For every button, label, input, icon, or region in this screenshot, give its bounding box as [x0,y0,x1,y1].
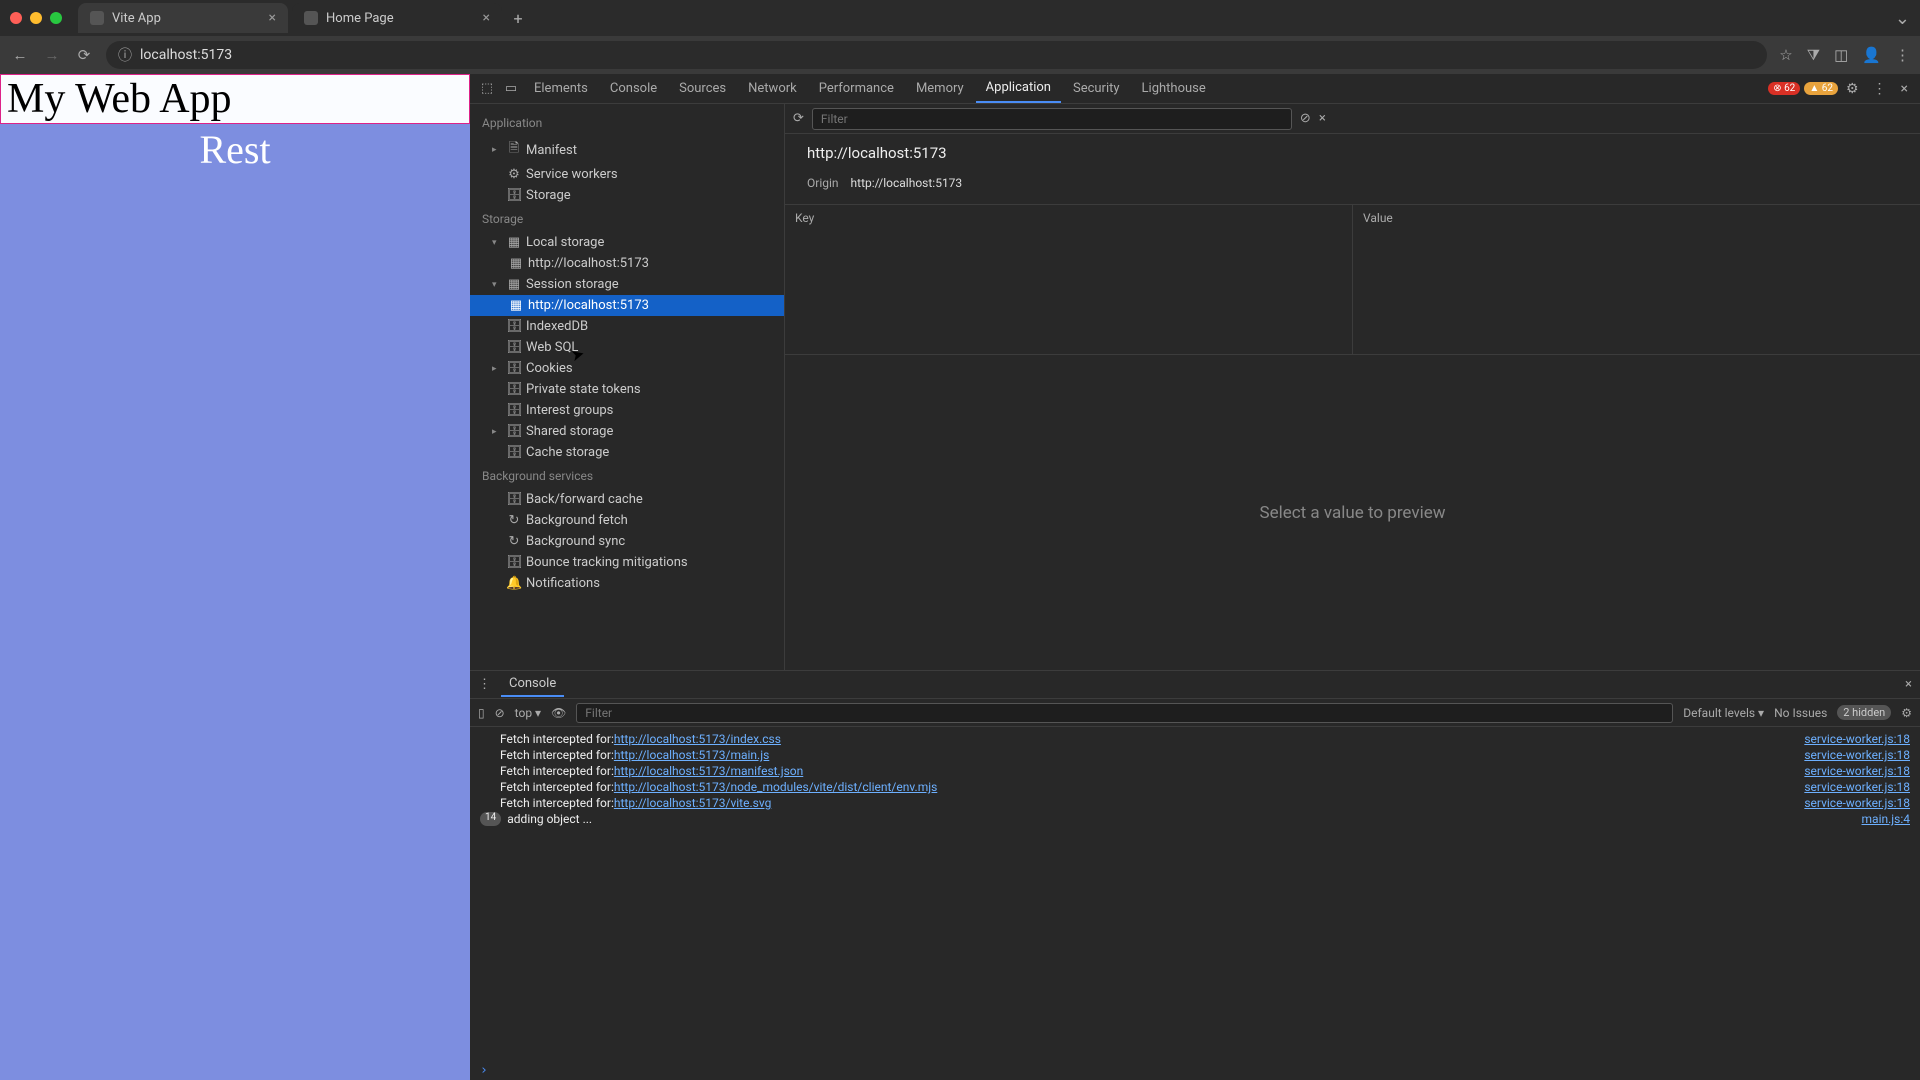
tab-elements[interactable]: Elements [524,75,598,102]
forward-button[interactable]: → [42,46,62,64]
profile-icon[interactable]: 👤 [1862,46,1881,64]
sidebar-session-storage-origin[interactable]: ▦http://localhost:5173 [470,295,784,316]
sidebar-session-storage[interactable]: ▾▦Session storage [470,274,784,295]
sidebar-bg-fetch[interactable]: ↻Background fetch [470,510,784,531]
sidebar-local-storage-origin[interactable]: ▦http://localhost:5173 [470,253,784,274]
refresh-icon[interactable]: ⟳ [793,111,804,126]
live-expression-icon[interactable]: 👁 [551,706,566,720]
error-count[interactable]: ⊗ 62 [1768,82,1800,95]
sidebar-bf-cache[interactable]: 🗄Back/forward cache [470,489,784,510]
clear-console-icon[interactable]: ⊘ [495,706,505,720]
tab-title: Vite App [112,11,161,26]
minimize-window[interactable] [30,12,42,24]
tab-sources[interactable]: Sources [669,75,736,102]
storage-filter-input[interactable] [812,108,1292,130]
console-settings-icon[interactable]: ⚙ [1901,706,1912,720]
browser-tab-1[interactable]: Vite App × [78,3,288,33]
bookmark-icon[interactable]: ☆ [1779,46,1792,64]
drawer-menu-icon[interactable]: ⋮ [478,677,491,692]
hidden-count[interactable]: 2 hidden [1837,705,1891,720]
console-log: Fetch intercepted for: http://localhost:… [470,727,1920,1061]
sidebar-websql[interactable]: 🗄Web SQL [470,337,784,358]
site-info-icon[interactable]: ⓘ [118,45,132,65]
sidebar-manifest[interactable]: ▸🗎Manifest [470,136,784,164]
tab-console[interactable]: Console [600,75,667,102]
page-heading: My Web App [0,74,470,124]
sidebar-private-tokens[interactable]: 🗄Private state tokens [470,379,784,400]
context-selector[interactable]: top ▾ [515,706,541,720]
sidebar-indexeddb[interactable]: 🗄IndexedDB [470,316,784,337]
tab-close-icon[interactable]: × [483,10,490,26]
sidebar-local-storage[interactable]: ▾▦Local storage [470,232,784,253]
tab-close-icon[interactable]: × [269,10,276,26]
chevron-down-icon[interactable]: ⌄ [1895,8,1910,29]
favicon-icon [304,11,318,25]
delete-icon[interactable]: × [1319,111,1326,126]
origin-value: http://localhost:5173 [851,176,963,190]
preview-placeholder: Select a value to preview [785,355,1920,670]
console-filter-input[interactable] [576,703,1673,723]
address-bar[interactable]: ⓘ localhost:5173 [106,41,1767,69]
tab-security[interactable]: Security [1063,75,1130,102]
extensions-icon[interactable]: ⧩ [1807,46,1820,64]
section-storage: Storage [470,206,784,232]
page-subheading: Rest [0,126,470,173]
storage-origin-title: http://localhost:5173 [785,134,1920,172]
sidebar-service-workers[interactable]: ⚙Service workers [470,164,784,185]
new-tab-button[interactable]: + [506,6,530,30]
close-window[interactable] [10,12,22,24]
tab-lighthouse[interactable]: Lighthouse [1132,75,1216,102]
sidepanel-icon[interactable]: ◫ [1834,46,1848,64]
sidebar-notifications[interactable]: 🔔Notifications [470,573,784,594]
sidebar-cache-storage[interactable]: 🗄Cache storage [470,442,784,463]
favicon-icon [90,11,104,25]
tab-title: Home Page [326,11,394,26]
more-icon[interactable]: ⋮ [1873,81,1887,97]
col-key[interactable]: Key [785,205,1353,354]
log-levels[interactable]: Default levels ▾ [1683,706,1764,720]
sidebar-bg-sync[interactable]: ↻Background sync [470,531,784,552]
warning-count[interactable]: ▲ 62 [1804,82,1838,95]
url-text: localhost:5173 [140,47,232,63]
col-value[interactable]: Value [1353,205,1920,354]
settings-icon[interactable]: ⚙ [1846,81,1859,97]
inspect-icon[interactable]: ⬚ [476,81,498,96]
device-toggle-icon[interactable]: ▭ [500,81,522,96]
sidebar-interest-groups[interactable]: 🗄Interest groups [470,400,784,421]
tab-network[interactable]: Network [738,75,807,102]
origin-label: Origin [807,176,839,190]
page-viewport: My Web App Rest [0,74,470,1080]
reload-button[interactable]: ⟳ [74,46,94,64]
sidebar-shared-storage[interactable]: ▸🗄Shared storage [470,421,784,442]
drawer-tab-console[interactable]: Console [501,672,564,697]
section-background: Background services [470,463,784,489]
tab-memory[interactable]: Memory [906,75,974,102]
maximize-window[interactable] [50,12,62,24]
console-prompt[interactable]: › [470,1061,1920,1080]
drawer-close-icon[interactable]: × [1905,677,1912,692]
issues-link[interactable]: No Issues [1774,706,1827,720]
sidebar-cookies[interactable]: ▸🗄Cookies [470,358,784,379]
sidebar-storage[interactable]: 🗄Storage [470,185,784,206]
tab-application[interactable]: Application [976,74,1061,103]
close-devtools-icon[interactable]: × [1901,81,1908,97]
console-sidebar-icon[interactable]: ▯ [478,706,485,720]
back-button[interactable]: ← [10,46,30,64]
sidebar-bounce-tracking[interactable]: 🗄Bounce tracking mitigations [470,552,784,573]
tab-performance[interactable]: Performance [809,75,904,102]
section-application: Application [470,110,784,136]
clear-icon[interactable]: ⊘ [1300,111,1311,126]
application-sidebar: Application ▸🗎Manifest ⚙Service workers … [470,104,785,670]
menu-icon[interactable]: ⋮ [1895,46,1910,64]
browser-tab-2[interactable]: Home Page × [292,3,502,33]
